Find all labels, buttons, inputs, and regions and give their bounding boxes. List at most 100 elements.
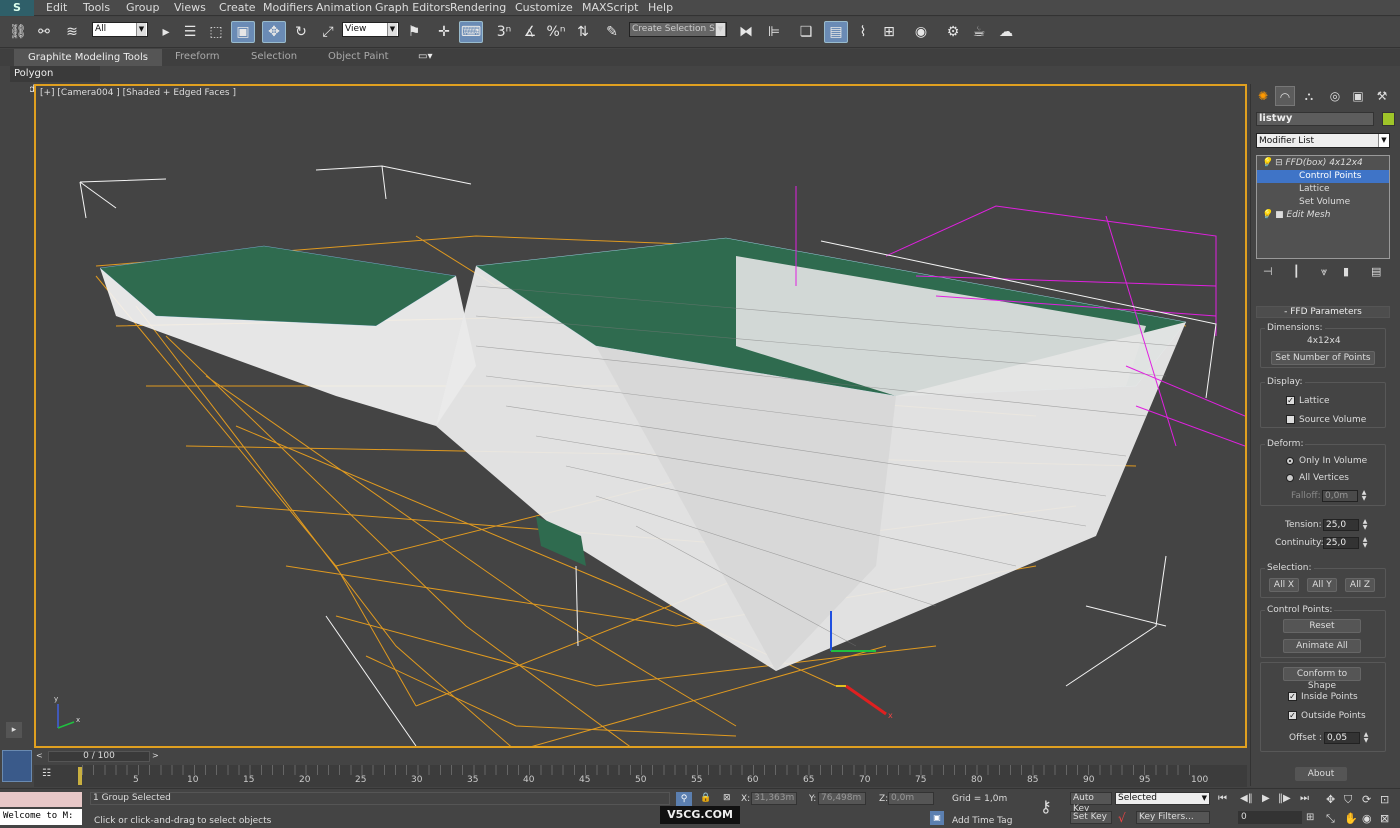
falloff-spin-arrows[interactable]: ▲ ▼ (1360, 490, 1368, 502)
time-tag-icon[interactable]: ▣ (930, 811, 944, 825)
curve-editor-icon[interactable]: ⌇ (851, 21, 875, 43)
source-volume-checkbox[interactable] (1286, 415, 1295, 424)
isolate-selection-icon[interactable]: ⚲ (676, 792, 692, 807)
rectangular-selection-icon[interactable]: ⬚ (204, 21, 228, 43)
all-z-button[interactable]: All Z (1345, 578, 1375, 592)
pan-icon[interactable]: ✋ (1344, 812, 1358, 825)
menu-help[interactable]: Help (648, 1, 673, 14)
ribbon-tab-selection[interactable]: Selection (251, 51, 297, 62)
outside-points-checkbox[interactable]: ✓ (1288, 711, 1297, 720)
previous-frame-icon[interactable]: ◀‖ (1240, 793, 1253, 804)
zoom-extents-icon[interactable]: ⊡ (1380, 793, 1389, 806)
maxscript-listener-input[interactable]: Welcome to M: (0, 809, 82, 825)
selection-filter-dropdown[interactable]: All ▼ (92, 22, 148, 37)
display-tab-icon[interactable]: ▣ (1348, 86, 1368, 106)
layer-manager-icon[interactable]: ❏ (794, 21, 818, 43)
percent-snap-icon[interactable]: % ⁿ (544, 21, 568, 43)
show-end-result-icon[interactable]: ┃ (1293, 265, 1300, 278)
keyboard-shortcut-override-icon[interactable]: ⌨ (459, 21, 483, 43)
menu-group[interactable]: Group (126, 1, 160, 14)
menu-animation[interactable]: Animation (316, 1, 372, 14)
stack-item-ffd[interactable]: 💡 ⊟ FFD(box) 4x12x4 (1257, 157, 1389, 170)
about-button[interactable]: About (1295, 767, 1347, 781)
mirror-icon[interactable]: ⧓ (734, 21, 758, 43)
lattice-checkbox[interactable]: ✓ (1286, 396, 1295, 405)
select-by-name-icon[interactable]: ☰ (178, 21, 202, 43)
select-manipulate-icon[interactable]: ✛ (432, 21, 456, 43)
stack-item-edit-mesh[interactable]: 💡 ■ Edit Mesh (1257, 209, 1389, 222)
make-unique-icon[interactable]: ⩔ (1321, 265, 1327, 279)
time-next-icon[interactable]: > (152, 751, 159, 760)
current-frame-field[interactable]: 0 (1238, 811, 1302, 824)
set-number-of-points-button[interactable]: Set Number of Points (1271, 351, 1375, 365)
add-time-tag[interactable]: Add Time Tag (952, 816, 1012, 826)
menu-graph-editors[interactable]: Graph Editors (375, 1, 451, 14)
roll-icon[interactable]: ◉ (1362, 812, 1372, 825)
schematic-view-icon[interactable]: ⊞ (877, 21, 901, 43)
bulb-icon[interactable]: 💡 (1261, 210, 1272, 220)
go-to-start-icon[interactable]: ⏮ (1218, 793, 1227, 804)
zoom-all-icon[interactable]: ⛉ (1344, 793, 1352, 807)
menu-views[interactable]: Views (174, 1, 206, 14)
create-tab-icon[interactable]: ✺ (1253, 86, 1273, 106)
all-y-button[interactable]: All Y (1307, 578, 1337, 592)
rendered-frame-window-icon[interactable]: ☕ (967, 21, 991, 43)
stack-item-lattice[interactable]: Lattice (1257, 183, 1389, 196)
named-selection-set-dropdown[interactable]: Create Selection Se ▼ (629, 22, 727, 37)
absolute-mode-icon[interactable]: ⊠ (723, 793, 731, 803)
viewport-expand-icon[interactable]: ▸ (6, 722, 22, 738)
falloff-spinner[interactable]: 0,0m (1322, 490, 1358, 502)
configure-modifier-sets-icon[interactable]: ▤ (1371, 265, 1381, 278)
continuity-spinner[interactable]: 25,0 (1323, 537, 1359, 549)
track-bar-toggle-icon[interactable]: ☷ (42, 768, 60, 784)
viewport-label[interactable]: [+] [Camera004 ] [Shaded + Edged Faces ] (40, 88, 236, 98)
next-frame-icon[interactable]: ‖▶ (1278, 793, 1291, 804)
only-in-volume-radio[interactable] (1286, 457, 1294, 465)
window-crossing-icon[interactable]: ▣ (231, 21, 255, 43)
ffd-parameters-rollout[interactable]: - FFD Parameters (1256, 306, 1390, 318)
selection-lock-icon[interactable]: 🔒 (700, 793, 711, 803)
object-name-field[interactable]: listwy (1256, 112, 1374, 126)
material-editor-icon[interactable]: ◉ (909, 21, 933, 43)
pivot-center-icon[interactable]: ⚑ (402, 21, 426, 43)
select-scale-icon[interactable]: ⤢ (316, 21, 340, 43)
utilities-tab-icon[interactable]: ⚒ (1372, 86, 1392, 106)
continuity-spin-arrows[interactable]: ▲ ▼ (1361, 537, 1369, 549)
offset-spin-arrows[interactable]: ▲ ▼ (1362, 732, 1370, 744)
key-filters-button[interactable]: Key Filters... (1136, 811, 1210, 824)
angle-snap-icon[interactable]: ∡ (518, 21, 542, 43)
y-coordinate-field[interactable]: 76,498m (818, 792, 866, 805)
object-color-swatch[interactable] (1382, 112, 1395, 126)
snap-toggle-icon[interactable]: 3ⁿ (492, 21, 516, 43)
key-icon[interactable]: ⚷ (1040, 797, 1052, 816)
key-tangent-icon[interactable]: √ (1118, 811, 1126, 825)
select-rotate-icon[interactable]: ↻ (289, 21, 313, 43)
graphite-toggle-icon[interactable]: ▤ (824, 21, 848, 43)
bind-spacewarp-icon[interactable]: ≋ (60, 21, 84, 43)
go-to-end-icon[interactable]: ⏭ (1300, 793, 1309, 804)
play-icon[interactable]: ▶ (1262, 793, 1270, 804)
stack-item-set-volume[interactable]: Set Volume (1257, 196, 1389, 209)
track-bar[interactable]: ☷ 5 10 15 20 25 30 35 40 45 50 55 60 65 … (34, 765, 1247, 787)
reset-button[interactable]: Reset (1283, 619, 1361, 633)
render-production-icon[interactable]: ☁ (994, 21, 1018, 43)
modify-tab-icon[interactable]: ◠ (1275, 86, 1295, 106)
spinner-snap-icon[interactable]: ⇅ (571, 21, 595, 43)
pin-stack-icon[interactable]: ⊣ (1263, 265, 1273, 278)
menu-tools[interactable]: Tools (83, 1, 110, 14)
menu-edit[interactable]: Edit (46, 1, 67, 14)
hierarchy-tab-icon[interactable]: ⛬ (1299, 86, 1319, 106)
conform-to-shape-button[interactable]: Conform to Shape (1283, 667, 1361, 691)
zoom-icon[interactable]: ✥ (1326, 793, 1335, 806)
animate-all-button[interactable]: Animate All (1283, 639, 1361, 653)
bulb-icon[interactable]: 💡 (1261, 158, 1272, 168)
maximize-viewport-icon[interactable]: ⊠ (1380, 812, 1389, 825)
key-mode-dropdown[interactable]: Selected ▼ (1115, 792, 1210, 805)
render-setup-icon[interactable]: ⚙ (941, 21, 965, 43)
motion-tab-icon[interactable]: ◎ (1325, 86, 1345, 106)
ribbon-options-icon[interactable]: ▭▾ (418, 51, 432, 62)
menu-create[interactable]: Create (219, 1, 256, 14)
inside-points-checkbox[interactable]: ✓ (1288, 692, 1297, 701)
menu-rendering[interactable]: Rendering (450, 1, 506, 14)
menu-customize[interactable]: Customize (515, 1, 573, 14)
